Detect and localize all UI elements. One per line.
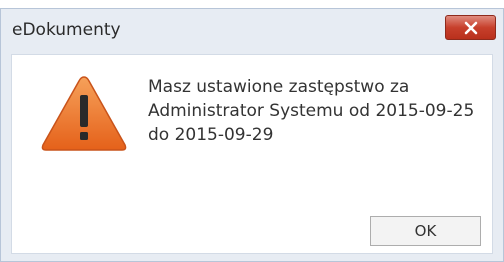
dialog-content: Masz ustawione zastępstwo za Administrat… — [11, 54, 493, 254]
close-button[interactable] — [445, 15, 496, 40]
close-icon — [464, 21, 477, 34]
dialog-message: Masz ustawione zastępstwo za Administrat… — [148, 77, 475, 145]
warning-icon — [41, 76, 127, 151]
ok-button[interactable]: OK — [370, 216, 481, 246]
title-bar[interactable]: eDokumenty — [1, 9, 503, 49]
window-title: eDokumenty — [12, 20, 121, 40]
dialog-window: eDokumenty Masz ustawione zastępstwo za … — [0, 8, 504, 262]
